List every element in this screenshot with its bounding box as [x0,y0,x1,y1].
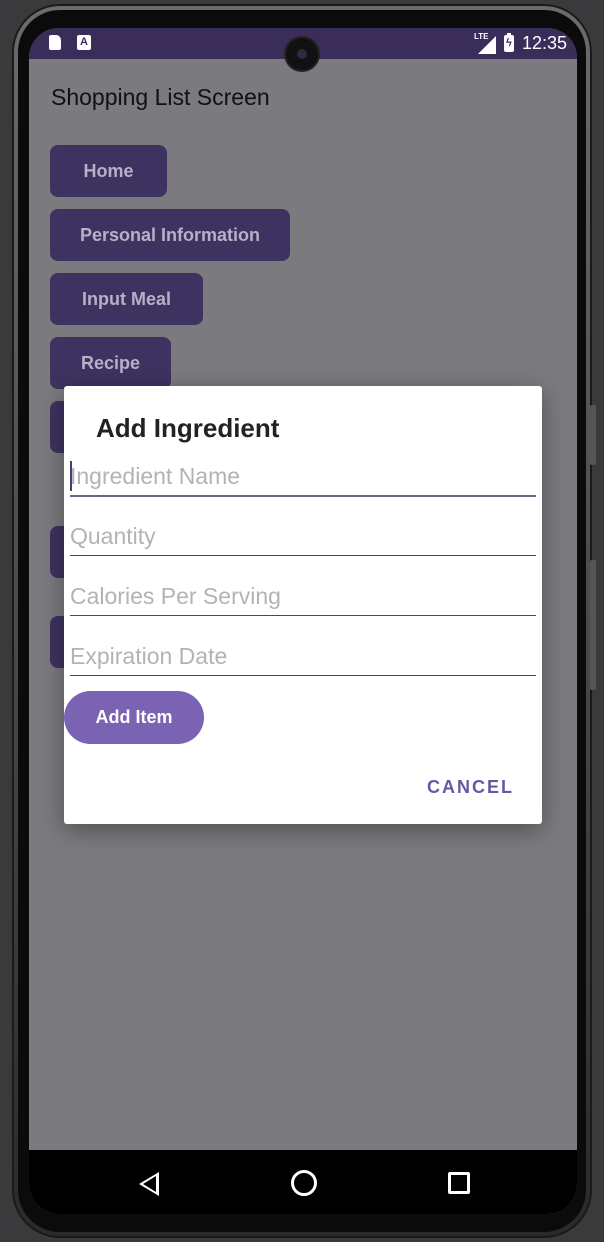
volume-button [590,405,596,465]
front-camera [286,38,318,70]
personal-information-button[interactable]: Personal Information [50,209,290,261]
expiration-date-field[interactable]: Expiration Date [70,635,536,676]
network-type: LTE [473,32,489,41]
home-icon[interactable] [291,1170,317,1196]
home-button[interactable]: Home [50,145,167,197]
power-button [590,560,596,690]
cancel-button[interactable]: CANCEL [427,777,514,798]
system-navigation-bar [29,1150,577,1214]
page-title: Shopping List Screen [51,84,270,110]
add-ingredient-dialog: Add Ingredient Ingredient Name Quantity … [64,386,542,824]
signal-icon: LTE [474,32,496,54]
dialog-title: Add Ingredient [96,413,280,443]
status-time: 12:35 [521,32,567,53]
calories-placeholder: Calories Per Serving [70,583,281,609]
ingredient-name-field[interactable]: Ingredient Name [70,455,536,497]
expiration-date-placeholder: Expiration Date [70,643,228,669]
ingredient-name-placeholder: Ingredient Name [70,463,241,489]
a-notification-icon: A [77,35,91,50]
back-icon[interactable] [139,1172,159,1196]
quantity-placeholder: Quantity [70,523,156,549]
sd-card-icon [49,35,61,50]
device-screen: A LTE ϟ 12:35 Shopping List Screen Home … [29,28,577,1214]
recent-apps-icon[interactable] [448,1172,470,1194]
recipe-button[interactable]: Recipe [50,337,171,389]
quantity-field[interactable]: Quantity [70,515,536,556]
add-item-button[interactable]: Add Item [64,691,204,744]
battery-charging-icon: ϟ [503,32,514,52]
input-meal-button[interactable]: Input Meal [50,273,203,325]
calories-per-serving-field[interactable]: Calories Per Serving [70,575,536,616]
